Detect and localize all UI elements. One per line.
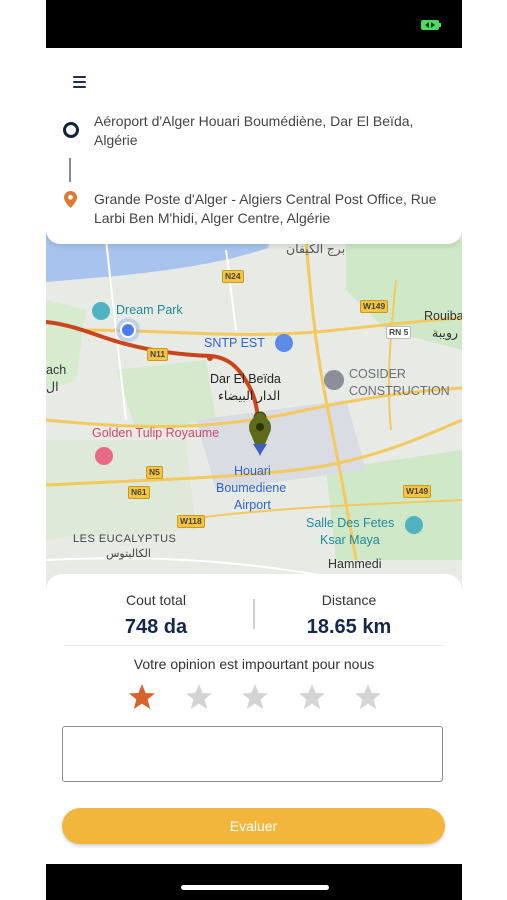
map-label-beach: ach xyxy=(46,363,67,377)
battery-icon xyxy=(421,20,441,30)
map-label-sntp-est[interactable]: SNTP EST xyxy=(204,337,265,350)
road-badge-w149-top: W149 xyxy=(360,300,389,313)
road-badge-rn5: RN 5 xyxy=(386,326,412,339)
total-cost-stat: Cout total 748 da xyxy=(61,592,251,639)
star-icon-1[interactable] xyxy=(127,682,157,712)
home-indicator[interactable] xyxy=(181,885,329,890)
map-label-dar-el-beida: Dar El Beïda xyxy=(210,372,281,386)
road-badge-n5: N5 xyxy=(146,466,163,479)
map-label-ksar-maya[interactable]: Ksar Maya xyxy=(320,534,380,547)
map-label-burj-kiffan: برج الكيفان xyxy=(286,242,346,256)
star-rating[interactable] xyxy=(46,682,462,714)
map-label-beach-ar: ال xyxy=(46,380,59,394)
map-label-hammedi: Hammedi xyxy=(328,557,382,571)
map-label-cosider[interactable]: COSIDER xyxy=(349,368,406,381)
section-divider xyxy=(64,645,444,646)
distance-value: 18.65 km xyxy=(306,616,392,638)
left-margin xyxy=(0,0,46,900)
map-label-airport-3[interactable]: Airport xyxy=(234,499,271,512)
evaluate-button[interactable]: Evaluer xyxy=(62,808,445,844)
phone-screen: برج الكيفان Dream Park SNTP EST Rouiba ر… xyxy=(46,0,462,900)
map-label-dream-park[interactable]: Dream Park xyxy=(116,304,183,317)
rating-prompt: Votre opinion est impourtant pour nous xyxy=(133,656,375,672)
destination-address[interactable]: Grande Poste d'Alger - Algiers Central P… xyxy=(94,190,444,228)
map-label-dar-el-beida-ar: الدار البيضاء xyxy=(218,389,281,403)
star-icon-4[interactable] xyxy=(297,682,327,712)
distance-label: Distance xyxy=(321,592,377,608)
map-label-rouiba-ar: رويبة xyxy=(432,326,459,340)
map-label-cosider-construction[interactable]: CONSTRUCTION xyxy=(349,385,450,398)
road-badge-n61: N61 xyxy=(128,486,150,499)
comment-input[interactable] xyxy=(62,726,443,782)
map-label-airport-2[interactable]: Boumediene xyxy=(216,482,286,495)
home-bar-area xyxy=(46,864,462,900)
map-label-eucalyptus-ar: الكاليتوس xyxy=(106,548,151,560)
route-address-card: Aéroport d'Alger Houari Boumédiène, Dar … xyxy=(46,48,462,244)
map-label-eucalyptus: LES EUCALYPTUS xyxy=(73,533,177,545)
origin-address[interactable]: Aéroport d'Alger Houari Boumédiène, Dar … xyxy=(94,112,444,150)
status-bar xyxy=(46,0,462,48)
destination-pin-icon xyxy=(64,191,77,208)
total-cost-value: 748 da xyxy=(124,616,188,638)
map-label-airport-1[interactable]: Houari xyxy=(234,465,271,478)
star-icon-5[interactable] xyxy=(353,682,383,712)
total-cost-label: Cout total xyxy=(126,592,186,608)
right-margin xyxy=(462,0,507,900)
star-icon-3[interactable] xyxy=(240,682,270,712)
road-badge-w149-bottom: W149 xyxy=(403,485,432,498)
trip-summary-panel: Cout total 748 da Distance 18.65 km Votr… xyxy=(46,574,462,900)
star-icon-2[interactable] xyxy=(184,682,214,712)
distance-stat: Distance 18.65 km xyxy=(254,592,444,639)
hamburger-menu-icon[interactable] xyxy=(73,76,87,89)
origin-circle-icon xyxy=(63,122,79,138)
road-badge-w118: W118 xyxy=(177,515,205,528)
route-connector-line xyxy=(69,158,71,182)
map-label-rouiba: Rouiba xyxy=(424,309,462,323)
road-badge-n24: N24 xyxy=(222,270,244,283)
map-label-salle-fetes[interactable]: Salle Des Fetes xyxy=(306,517,394,530)
road-badge-n11: N11 xyxy=(147,348,169,361)
map-label-golden-tulip[interactable]: Golden Tulip Royaume xyxy=(92,427,219,440)
